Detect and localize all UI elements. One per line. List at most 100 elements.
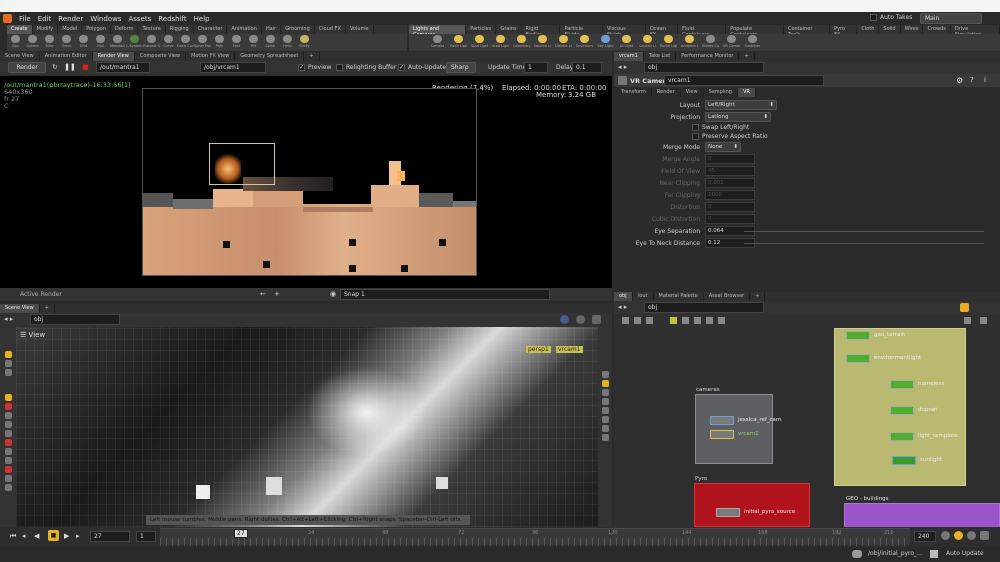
playhead-marker[interactable]: 27 — [234, 529, 248, 538]
sharp-dropdown[interactable]: Sharp — [446, 62, 476, 73]
add-tab-icon[interactable]: + — [739, 52, 755, 61]
render-button[interactable]: Render — [8, 62, 46, 73]
vertex-display-icon[interactable] — [601, 425, 609, 432]
shelf-tab[interactable]: Drive Simulation — [951, 25, 1000, 38]
menu-redshift[interactable]: Redshift — [158, 15, 186, 23]
tab-view[interactable]: View — [681, 88, 704, 97]
metaball-tool[interactable]: Metaball — [109, 34, 126, 51]
tab-motion-fx-view[interactable]: Motion FX View — [186, 52, 236, 61]
shelf-tab[interactable]: Particles — [466, 25, 497, 34]
stop-button[interactable]: ■ — [48, 530, 59, 541]
network-pin-icon[interactable] — [960, 303, 969, 312]
projection-dropdown[interactable]: Latlong ⬍ — [705, 112, 771, 122]
shelf-tab[interactable]: Model — [58, 25, 83, 34]
current-frame-field[interactable]: 27 — [90, 531, 130, 542]
shelf-tab[interactable]: Populate Containers — [726, 25, 784, 38]
add-tab-icon[interactable]: + — [304, 52, 320, 61]
tab-asset-browser[interactable]: Asset Browser — [704, 292, 751, 301]
shelf-tab[interactable]: Hair — [262, 25, 282, 34]
start-frame-field[interactable]: 1 — [136, 531, 156, 542]
camera-menu[interactable]: vrcam1 — [556, 346, 583, 353]
list-mode-icon[interactable] — [622, 317, 629, 324]
preview-toggle[interactable]: ✓ Preview — [298, 64, 331, 71]
file-tool[interactable]: File — [245, 34, 262, 51]
view-tool-icon[interactable] — [4, 394, 12, 401]
merge-angle-field[interactable]: 0 — [705, 154, 755, 164]
step-forward-icon[interactable]: ▸ — [76, 532, 80, 540]
delay-field[interactable]: 0.1 — [572, 62, 602, 73]
shelf-tab[interactable]: Animation — [227, 25, 262, 34]
cubic-distortion-field[interactable]: 0 — [705, 214, 755, 224]
info-icon[interactable]: i — [984, 76, 986, 84]
add-tab-icon[interactable]: + — [40, 304, 55, 313]
preserve-aspect-checkbox[interactable] — [692, 133, 699, 140]
pause-icon[interactable]: ❚❚ — [64, 63, 76, 71]
shelf-tab[interactable]: Grooming — [281, 25, 315, 34]
near-clipping-field[interactable]: 0.001 — [705, 178, 755, 188]
network-options-icon[interactable] — [964, 317, 971, 324]
area-light-tool[interactable]: Area Light — [490, 34, 511, 51]
move-tool-icon[interactable] — [4, 360, 12, 367]
distortion-field[interactable]: 0 — [705, 202, 755, 212]
sticky-tool[interactable]: Sticky — [296, 34, 313, 51]
shelf-tab[interactable]: Solid — [879, 25, 901, 34]
ortho-tool-icon[interactable] — [4, 430, 12, 437]
shelf-tab[interactable]: Cloth — [857, 25, 880, 34]
prev-snap-icon[interactable]: ← — [260, 290, 266, 298]
shelf-tab[interactable]: Cloud FX — [315, 25, 346, 34]
tab-transform[interactable]: Transform — [616, 88, 652, 97]
tree-mode-icon[interactable] — [634, 317, 641, 324]
sky-light-tool[interactable]: Sky Light — [595, 34, 616, 51]
distant-light-tool[interactable]: Distant Light — [553, 34, 574, 51]
far-clipping-field[interactable]: 1000 — [705, 190, 755, 200]
shelf-tab[interactable]: Wires — [901, 25, 924, 34]
tab-vr[interactable]: VR — [737, 88, 756, 97]
gear-icon[interactable]: ⚙ — [956, 76, 963, 85]
end-frame-field[interactable]: 240 — [914, 531, 936, 542]
pyro-box[interactable] — [694, 483, 810, 527]
menu-render[interactable]: Render — [58, 15, 83, 23]
snap-tool-icon[interactable] — [4, 421, 12, 428]
render-camera-path[interactable]: /obj/vrcam1 — [200, 62, 266, 73]
tube-tool[interactable]: Tube — [41, 34, 58, 51]
play-icon[interactable]: ▶ — [64, 532, 69, 540]
torus-tool[interactable]: Torus — [58, 34, 75, 51]
environment-light-tool[interactable]: Environme.. — [574, 34, 595, 51]
geometry-light-tool[interactable]: Geometry L.. — [511, 34, 532, 51]
sphere-tool[interactable]: Sphere — [24, 34, 41, 51]
menu-file[interactable]: File — [19, 15, 31, 23]
add-tab-icon[interactable]: + — [750, 292, 766, 301]
field-of-view-field[interactable]: 45 — [705, 166, 755, 176]
menu-assets[interactable]: Assets — [128, 15, 151, 23]
lock-tool-icon[interactable] — [4, 475, 12, 482]
switcher-tool[interactable]: Switcher — [742, 34, 763, 51]
shape-palette-icon[interactable] — [718, 317, 725, 324]
tab-render-view[interactable]: Render View — [92, 52, 135, 61]
message-icon[interactable] — [852, 550, 862, 558]
network-menu-icon[interactable] — [980, 317, 987, 324]
stereo-camera-tool[interactable]: Stereo Cam.. — [700, 34, 721, 51]
shelf-tab[interactable]: Crowds — [923, 25, 951, 34]
menu-edit[interactable]: Edit — [38, 15, 52, 23]
keyframe-icon[interactable] — [967, 531, 976, 540]
shelf-tab[interactable]: Rigid Bodies — [522, 25, 561, 38]
back-arrow-icon[interactable]: ◂ ▸ — [618, 63, 627, 71]
tab-scene-view[interactable]: Scene View — [0, 52, 40, 61]
geo-buildings-box[interactable] — [844, 503, 1000, 527]
back-arrow-icon[interactable]: ◂ ▸ — [618, 303, 627, 311]
box-tool[interactable]: Box — [7, 34, 24, 51]
auto-takes-checkbox[interactable] — [870, 14, 877, 21]
shelf-tab[interactable]: Particle Fluids — [560, 25, 603, 38]
update-time-field[interactable]: 1 — [524, 62, 548, 73]
shelf-tab[interactable]: Viscous Fluids — [603, 25, 646, 38]
tab-out[interactable]: /out — [633, 292, 654, 301]
auto-update-status[interactable]: Auto Update — [946, 550, 984, 557]
3d-viewport[interactable] — [16, 327, 598, 527]
shading-icon[interactable] — [576, 315, 585, 324]
caustic-light-tool[interactable]: Caustic Light — [637, 34, 658, 51]
tab-scene-view[interactable]: Scene View — [0, 304, 40, 313]
layout-nodes-icon[interactable] — [682, 317, 689, 324]
handle-tool-icon[interactable] — [4, 403, 12, 410]
tab-material-palette[interactable]: Material Palette — [654, 292, 704, 301]
tab-animation-editor[interactable]: Animation Editor — [40, 52, 93, 61]
